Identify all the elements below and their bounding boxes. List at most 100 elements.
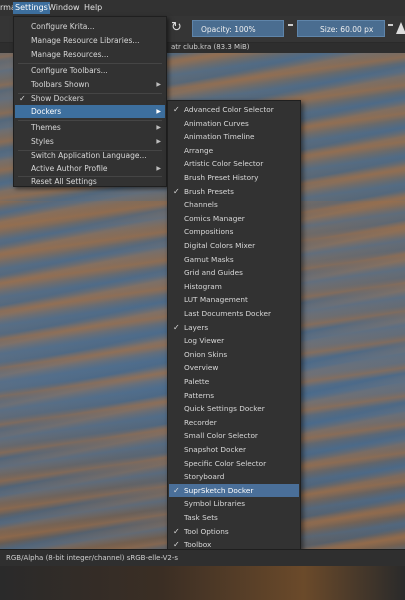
- docker-item-label: Comics Manager: [184, 213, 245, 223]
- document-title[interactable]: atr club.kra (83.3 MiB): [171, 43, 250, 51]
- size-reset-icon[interactable]: [388, 24, 393, 26]
- menu-item-active-author-profile[interactable]: Active Author Profile ▶: [15, 162, 165, 175]
- docker-item-grid-and-guides[interactable]: Grid and Guides: [169, 266, 299, 280]
- menu-item-styles[interactable]: Styles ▶: [15, 135, 165, 148]
- docker-item-suprsketch-docker[interactable]: ✓ SuprSketch Docker: [169, 483, 299, 498]
- docker-item-artistic-color-selector[interactable]: Artistic Color Selector: [169, 157, 299, 171]
- docker-item-last-documents-docker[interactable]: Last Documents Docker: [169, 307, 299, 321]
- size-slider[interactable]: Size: 60.00 px: [297, 20, 385, 37]
- menu-item-configure-toolbars[interactable]: Configure Toolbars...: [15, 64, 165, 77]
- menubar: rmal Settings Window Help: [0, 0, 405, 17]
- checkmark-icon: ✓: [19, 94, 26, 103]
- opacity-reset-icon[interactable]: [288, 24, 293, 26]
- checkmark-icon: ✓: [173, 526, 180, 536]
- docker-item-storyboard[interactable]: Storyboard: [169, 470, 299, 484]
- submenu-arrow-icon: ▶: [156, 165, 161, 172]
- menu-item-switch-language[interactable]: Switch Application Language...: [15, 149, 165, 162]
- bottom-canvas-strip: [0, 566, 405, 600]
- docker-item-arrange[interactable]: Arrange: [169, 144, 299, 158]
- docker-item-label: Histogram: [184, 281, 222, 291]
- menu-item-label: Configure Toolbars...: [31, 66, 108, 75]
- docker-item-label: Quick Settings Docker: [184, 404, 265, 414]
- menu-item-themes[interactable]: Themes ▶: [15, 121, 165, 134]
- docker-item-label: Symbol Libraries: [184, 499, 246, 509]
- checkmark-icon: ✓: [173, 186, 180, 196]
- docker-item-label: Specific Color Selector: [184, 458, 267, 468]
- menu-item-show-dockers[interactable]: ✓ Show Dockers: [15, 92, 165, 105]
- docker-item-quick-settings-docker[interactable]: Quick Settings Docker: [169, 402, 299, 416]
- menu-item-dockers[interactable]: Dockers ▶: [15, 105, 165, 118]
- docker-item-comics-manager[interactable]: Comics Manager: [169, 212, 299, 226]
- opacity-slider[interactable]: Opacity: 100%: [192, 20, 284, 37]
- docker-item-label: SuprSketch Docker: [184, 485, 254, 495]
- menu-item-label: Toolbars Shown: [31, 80, 90, 89]
- docker-item-label: LUT Management: [184, 295, 248, 305]
- docker-item-label: Grid and Guides: [184, 268, 243, 278]
- menu-item-label: Active Author Profile: [31, 164, 108, 173]
- docker-item-symbol-libraries[interactable]: Symbol Libraries: [169, 497, 299, 511]
- docker-item-log-viewer[interactable]: Log Viewer: [169, 334, 299, 348]
- status-bar: RGB/Alpha (8-bit integer/channel) sRGB-e…: [0, 549, 405, 566]
- menu-item-manage-resources[interactable]: Manage Resources...: [15, 48, 165, 61]
- checkmark-icon: ✓: [173, 105, 180, 114]
- docker-item-animation-curves[interactable]: Animation Curves: [169, 117, 299, 131]
- docker-item-label: Arrange: [184, 145, 214, 155]
- docker-item-channels[interactable]: Channels: [169, 198, 299, 212]
- menu-help[interactable]: Help: [84, 3, 102, 12]
- submenu-arrow-icon: ▶: [156, 81, 161, 88]
- menu-item-label: Themes: [31, 123, 61, 132]
- docker-item-onion-skins[interactable]: Onion Skins: [169, 348, 299, 362]
- docker-item-digital-colors-mixer[interactable]: Digital Colors Mixer: [169, 239, 299, 253]
- docker-item-label: Animation Curves: [184, 118, 249, 128]
- size-label: Size: 60.00 px: [320, 25, 374, 34]
- color-space-status: RGB/Alpha (8-bit integer/channel) sRGB-e…: [6, 554, 179, 562]
- docker-item-label: Snapshot Docker: [184, 445, 246, 454]
- menu-window[interactable]: Window: [48, 3, 80, 12]
- docker-item-specific-color-selector[interactable]: Specific Color Selector: [169, 457, 299, 471]
- dockers-submenu: ✓ Advanced Color Selector Animation Curves…: [167, 100, 301, 593]
- docker-item-palette[interactable]: Palette: [169, 375, 299, 389]
- docker-item-label: Small Color Selector: [184, 431, 258, 441]
- docker-item-small-color-selector[interactable]: Small Color Selector: [169, 429, 299, 443]
- docker-item-label: Artistic Color Selector: [184, 159, 264, 169]
- docker-item-task-sets[interactable]: Task Sets: [169, 511, 299, 525]
- docker-item-label: Patterns: [184, 390, 215, 400]
- docker-item-label: Log Viewer: [184, 336, 225, 346]
- opacity-label: Opacity: 100%: [201, 25, 256, 34]
- docker-item-patterns[interactable]: Patterns: [169, 389, 299, 403]
- docker-item-label: Overview: [184, 363, 219, 373]
- docker-item-tool-options[interactable]: ✓ Tool Options: [169, 525, 299, 539]
- docker-item-label: Task Sets: [184, 513, 218, 522]
- docker-item-label: Layers: [184, 322, 209, 332]
- docker-item-label: Recorder: [184, 417, 217, 427]
- docker-item-label: Onion Skins: [184, 349, 228, 359]
- menu-item-manage-resource-libraries[interactable]: Manage Resource Libraries...: [15, 34, 165, 47]
- menu-item-label: Reset All Settings: [31, 177, 97, 186]
- menu-item-label: Show Dockers: [31, 94, 84, 103]
- docker-item-gamut-masks[interactable]: Gamut Masks: [169, 253, 299, 267]
- menu-item-label: Dockers: [31, 107, 62, 116]
- menu-settings[interactable]: Settings: [13, 2, 50, 14]
- docker-item-brush-presets[interactable]: ✓ Brush Presets: [169, 185, 299, 199]
- docker-item-label: Digital Colors Mixer: [184, 241, 256, 250]
- menu-item-toolbars-shown[interactable]: Toolbars Shown ▶: [15, 78, 165, 91]
- menu-item-reset-all-settings[interactable]: Reset All Settings: [15, 175, 165, 188]
- menu-item-label: Switch Application Language...: [31, 151, 147, 160]
- docker-item-animation-timeline[interactable]: Animation Timeline: [169, 130, 299, 144]
- docker-item-advanced-color-selector[interactable]: ✓ Advanced Color Selector: [169, 103, 299, 117]
- mirror-icon[interactable]: [396, 22, 405, 34]
- docker-item-recorder[interactable]: Recorder: [169, 416, 299, 430]
- docker-item-compositions[interactable]: Compositions: [169, 225, 299, 239]
- docker-item-overview[interactable]: Overview: [169, 361, 299, 375]
- docker-item-snapshot-docker[interactable]: Snapshot Docker: [169, 443, 299, 457]
- docker-item-label: Compositions: [184, 227, 234, 237]
- docker-item-brush-preset-history[interactable]: Brush Preset History: [169, 171, 299, 185]
- menu-item-configure-krita[interactable]: Configure Krita...: [15, 20, 165, 33]
- docker-item-layers[interactable]: ✓ Layers: [169, 321, 299, 335]
- docker-item-label: Palette: [184, 377, 210, 386]
- docker-item-histogram[interactable]: Histogram: [169, 280, 299, 294]
- rotate-icon[interactable]: ↻: [171, 20, 182, 35]
- docker-item-lut-management[interactable]: LUT Management: [169, 293, 299, 307]
- docker-item-label: Tool Options: [184, 526, 229, 536]
- menu-item-label: Manage Resource Libraries...: [31, 36, 140, 45]
